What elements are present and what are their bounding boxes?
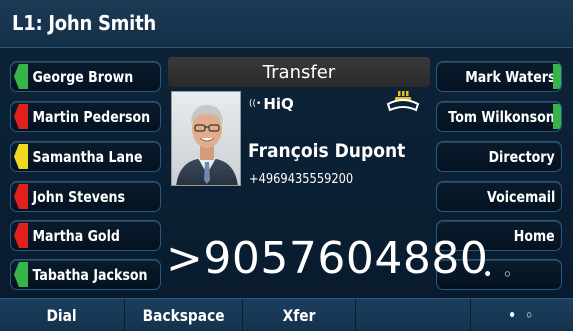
line-key-martha-gold[interactable]: Martha Gold — [10, 220, 161, 251]
key-label: Directory — [488, 147, 555, 166]
dialed-number-display: >9057604880 — [166, 233, 489, 284]
handset-on-hook-icon — [385, 90, 421, 114]
dial-softkey[interactable]: Dial — [0, 299, 125, 331]
status-led — [553, 104, 561, 129]
backspace-softkey[interactable]: Backspace — [125, 299, 243, 331]
softkey-label: Dial — [46, 306, 78, 325]
line-key-john-stevens[interactable]: John Stevens — [10, 181, 161, 212]
empty-softkey[interactable] — [356, 299, 471, 331]
line-key-label: Martin Pederson — [32, 107, 151, 126]
line-title: L1: John Smith — [12, 11, 156, 35]
line-key-label: Mark Waters — [464, 67, 555, 86]
title-bar: L1: John Smith — [0, 0, 573, 48]
more-softkey[interactable]: • ◦ — [471, 299, 573, 331]
line-key-tom-wilkonson[interactable]: Tom Wilkonson — [436, 101, 562, 132]
key-label: Voicemail — [486, 187, 555, 206]
softkey-label: Xfer — [282, 306, 316, 325]
line-key-label: John Stevens — [32, 187, 125, 206]
contact-number: +4969435559200 — [249, 172, 354, 187]
contact-avatar — [171, 91, 241, 186]
network-label: HiQ — [263, 95, 294, 113]
line-key-samantha-lane[interactable]: Samantha Lane — [10, 141, 161, 172]
phone-screen: L1: John Smith George Brown Martin Peder… — [0, 0, 573, 331]
directory-key[interactable]: Directory — [436, 141, 562, 172]
line-key-label: Tom Wilkonson — [448, 107, 555, 126]
line-key-martin-pederson[interactable]: Martin Pederson — [10, 101, 161, 132]
key-label: Home — [514, 226, 555, 245]
softkey-bar: Dial Backspace Xfer • ◦ — [0, 298, 573, 331]
line-key-mark-waters[interactable]: Mark Waters — [436, 61, 562, 92]
line-key-tabatha-jackson[interactable]: Tabatha Jackson — [10, 259, 161, 290]
page-dots: • ◦ — [508, 307, 536, 324]
status-led — [553, 64, 561, 89]
xfer-softkey[interactable]: Xfer — [243, 299, 356, 331]
call-status-header: Transfer — [168, 57, 430, 87]
contact-name: François Dupont — [248, 140, 406, 162]
line-key-label: Samantha Lane — [32, 147, 143, 166]
softkey-label: Backspace — [142, 306, 225, 325]
line-key-label: Martha Gold — [32, 226, 120, 245]
hiq-network-indicator: ((• HiQ — [249, 95, 294, 113]
line-key-label: Tabatha Jackson — [32, 265, 148, 284]
line-key-label: George Brown — [32, 67, 134, 86]
call-status-label: Transfer — [262, 61, 336, 83]
voicemail-key[interactable]: Voicemail — [436, 181, 562, 212]
hiq-wireless-icon: ((• — [249, 99, 262, 109]
line-key-george-brown[interactable]: George Brown — [10, 61, 161, 92]
